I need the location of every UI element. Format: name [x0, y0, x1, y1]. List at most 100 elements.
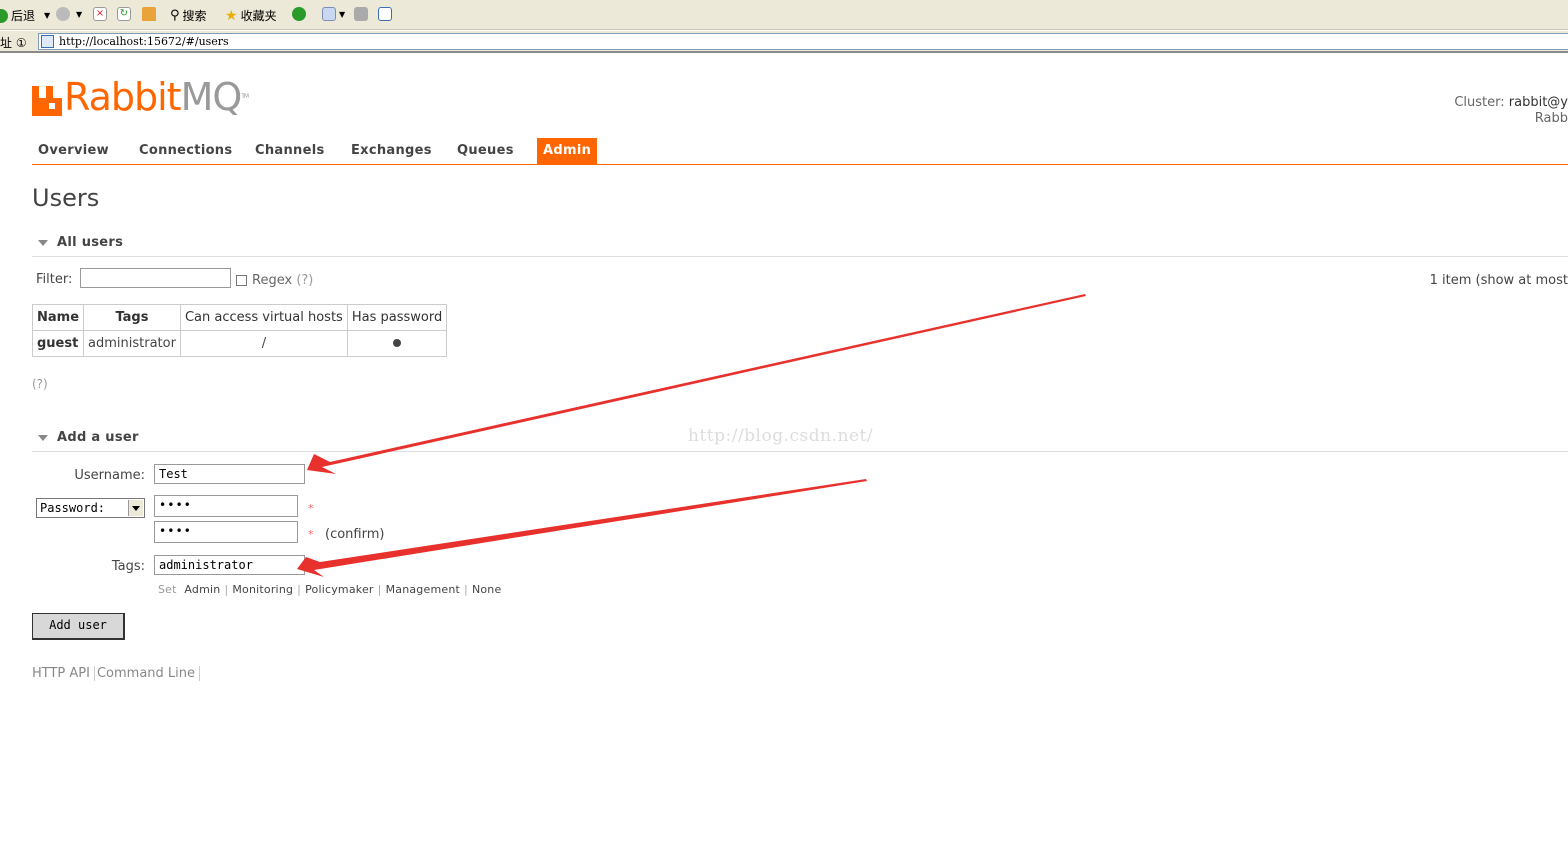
users-table: Name Tags Can access virtual hosts Has p…: [31, 304, 448, 357]
table-help-link[interactable]: (?): [32, 377, 48, 391]
footer: HTTP API Command Line: [32, 666, 202, 681]
browser-toolbar: 后退 ▼ ▼ × ↻ ⚲ 搜索 ★ 收藏夹 ▼: [0, 0, 1568, 30]
mail-button[interactable]: ▼: [322, 7, 345, 21]
tag-preset-policymaker[interactable]: Policymaker: [305, 583, 374, 596]
logo-tm: TM: [241, 93, 249, 100]
cluster-value: rabbit@y: [1508, 95, 1568, 110]
regex-help-link[interactable]: (?): [296, 273, 313, 288]
collapse-triangle-icon: [38, 435, 48, 441]
rabbitmq-logo[interactable]: RabbitMQTM: [32, 75, 249, 119]
password-mode-select[interactable]: Password:: [36, 498, 145, 518]
column-header-tags[interactable]: Tags: [83, 304, 181, 331]
refresh-button[interactable]: ↻: [117, 7, 131, 21]
table-header-row: Name Tags Can access virtual hosts Has p…: [31, 304, 448, 331]
tab-connections[interactable]: Connections: [133, 138, 238, 164]
required-marker: *: [308, 528, 314, 541]
history-icon: [292, 7, 306, 21]
forward-button[interactable]: ▼: [56, 7, 82, 21]
print-icon: [354, 7, 368, 21]
column-header-has-password[interactable]: Has password: [346, 304, 448, 331]
page-title: Users: [32, 184, 100, 212]
favorites-button[interactable]: ★ 收藏夹: [225, 7, 277, 24]
main-nav: Overview Connections Channels Exchanges …: [32, 138, 1568, 165]
tab-overview[interactable]: Overview: [32, 138, 115, 164]
separator: |: [464, 583, 468, 596]
all-users-title: All users: [57, 235, 124, 250]
tags-label: Tags:: [111, 559, 145, 574]
tab-exchanges[interactable]: Exchanges: [345, 138, 438, 164]
cluster-info: Cluster: rabbit@y Rabb: [1454, 95, 1568, 126]
search-button[interactable]: ⚲ 搜索: [170, 7, 207, 24]
edit-button[interactable]: [378, 7, 392, 21]
logo-rabbit: Rabbit: [64, 75, 182, 119]
home-icon: [142, 7, 156, 21]
confirm-label: (confirm): [325, 527, 385, 542]
table-row[interactable]: guest administrator /: [31, 330, 448, 357]
separator: |: [224, 583, 229, 596]
address-input[interactable]: http://localhost:15672/#/users: [38, 33, 1568, 50]
command-line-link[interactable]: Command Line: [96, 666, 201, 681]
favorites-label: 收藏夹: [240, 9, 277, 23]
add-user-title: Add a user: [57, 430, 139, 445]
tag-preset-admin[interactable]: Admin: [184, 583, 220, 596]
add-user-button[interactable]: Add user: [32, 613, 125, 640]
all-users-header[interactable]: All users: [32, 234, 1568, 257]
tags-input[interactable]: administrator: [154, 555, 305, 575]
tab-queues[interactable]: Queues: [451, 138, 520, 164]
rabbitmq-logo-icon: [32, 86, 62, 116]
chevron-down-icon[interactable]: [128, 500, 143, 516]
back-button[interactable]: 后退 ▼: [0, 7, 50, 24]
user-name-link[interactable]: guest: [31, 330, 85, 357]
stop-button[interactable]: ×: [93, 7, 107, 21]
print-button[interactable]: [354, 7, 368, 21]
tab-channels[interactable]: Channels: [249, 138, 331, 164]
forward-arrow-icon: [56, 7, 70, 21]
mail-dropdown-icon: ▼: [339, 9, 346, 19]
address-label: 址 ①: [0, 36, 27, 50]
separator: |: [297, 583, 302, 596]
filter-input[interactable]: [80, 268, 231, 288]
collapse-triangle-icon: [38, 240, 48, 246]
back-arrow-icon: [0, 8, 8, 23]
regex-checkbox[interactable]: [236, 275, 247, 286]
password-input[interactable]: ••••: [154, 495, 298, 517]
page-icon: [41, 35, 54, 48]
user-tags: administrator: [83, 330, 181, 357]
address-bar: 址 ① http://localhost:15672/#/users: [0, 31, 1568, 53]
tab-admin[interactable]: Admin: [537, 138, 598, 164]
history-button[interactable]: [292, 7, 306, 21]
tag-preset-monitoring[interactable]: Monitoring: [232, 583, 293, 596]
search-icon: ⚲: [170, 8, 180, 23]
username-input[interactable]: Test: [154, 464, 305, 484]
items-count[interactable]: 1 item (show at most: [1430, 273, 1568, 288]
user-has-password: [346, 330, 448, 357]
tag-preset-management[interactable]: Management: [386, 583, 460, 596]
logo-wordmark: RabbitMQTM: [64, 75, 249, 119]
watermark: http://blog.csdn.net/: [688, 426, 874, 446]
home-button[interactable]: [142, 7, 156, 21]
logo-mq: MQ: [180, 75, 243, 119]
column-header-name[interactable]: Name: [31, 304, 85, 331]
password-mode-value: Password:: [40, 501, 106, 515]
forward-dropdown-icon: ▼: [76, 9, 83, 19]
mail-icon: [322, 7, 336, 21]
cluster-label: Cluster:: [1454, 95, 1505, 110]
http-api-link[interactable]: HTTP API: [32, 666, 95, 681]
back-label: 后退: [11, 9, 36, 23]
required-marker: *: [308, 502, 314, 515]
confirm-password-input[interactable]: ••••: [154, 521, 298, 543]
regex-text: Regex: [252, 273, 293, 288]
separator: |: [377, 583, 382, 596]
username-label: Username:: [74, 468, 145, 483]
has-password-dot-icon: [393, 339, 402, 347]
column-header-vhosts[interactable]: Can access virtual hosts: [179, 304, 348, 331]
tag-presets: Set Admin | Monitoring | Policymaker | Managem…: [158, 583, 501, 596]
address-url: http://localhost:15672/#/users: [59, 35, 229, 48]
back-dropdown-icon: ▼: [44, 11, 51, 20]
regex-label: Regex (?): [252, 273, 313, 288]
cluster-line2: Rabb: [1534, 111, 1568, 126]
filter-label: Filter:: [36, 272, 73, 287]
user-vhosts: /: [179, 330, 348, 357]
edit-icon: [378, 7, 392, 21]
tag-preset-none[interactable]: None: [472, 583, 502, 596]
